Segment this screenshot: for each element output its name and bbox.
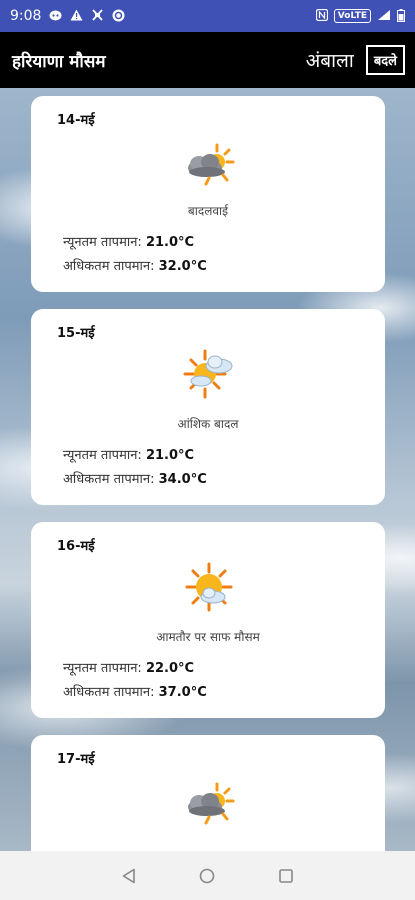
navigation-bar	[0, 851, 415, 900]
max-temp-value: 34.0°C	[158, 472, 207, 487]
mostly-sunny-icon	[183, 562, 235, 612]
min-temperature: न्यूनतम तापमान: 21.0°C	[63, 445, 194, 463]
max-temperature: अधिकतम तापमान: 32.0°C	[63, 256, 207, 274]
min-temp-value: 21.0°C	[145, 235, 195, 250]
cloudy-icon	[183, 142, 235, 190]
home-button[interactable]	[197, 866, 217, 886]
battery-icon	[397, 8, 405, 24]
max-temp-value: 37.0°C	[158, 685, 207, 700]
max-temp-label: अधिकतम तापमान:	[63, 259, 155, 274]
min-temp-label: न्यूनतम तापमान:	[63, 235, 142, 250]
partly-cloudy-icon	[183, 349, 235, 399]
forecast-card: 17-मई	[31, 735, 385, 851]
card-date: 16-मई	[57, 539, 95, 554]
weather-description: बादलवाई	[187, 204, 229, 218]
forecast-card: 15-मई आंशिक बादल न्यूनतम तापमान: 21.0°C …	[31, 309, 385, 505]
max-temp-value: 32.0°C	[158, 259, 207, 274]
status-bar: 9:08 VoLTE	[0, 0, 415, 32]
change-city-button[interactable]: बदले	[365, 45, 405, 75]
max-temperature: अधिकतम तापमान: 37.0°C	[63, 682, 207, 700]
muted-icon	[91, 9, 104, 23]
weather-description: आमतौर पर साफ मौसम	[156, 630, 260, 644]
card-date: 14-मई	[57, 113, 95, 128]
status-time: 9:08	[10, 8, 42, 24]
min-temperature: न्यूनतम तापमान: 22.0°C	[63, 658, 194, 676]
warning-icon	[70, 9, 83, 23]
recents-button[interactable]	[276, 866, 296, 886]
min-temp-value: 22.0°C	[145, 661, 195, 676]
min-temp-label: न्यूनतम तापमान:	[63, 448, 142, 463]
max-temperature: अधिकतम तापमान: 34.0°C	[63, 469, 207, 487]
card-date: 15-मई	[57, 326, 95, 341]
min-temp-label: न्यूनतम तापमान:	[63, 661, 142, 676]
discord-icon	[49, 10, 62, 23]
weather-description: आंशिक बादल	[177, 417, 239, 431]
max-temp-label: अधिकतम तापमान:	[63, 472, 155, 487]
max-temp-label: अधिकतम तापमान:	[63, 685, 155, 700]
signal-icon	[377, 9, 391, 23]
cloudy-icon	[183, 781, 235, 829]
min-temp-value: 21.0°C	[145, 448, 195, 463]
forecast-list[interactable]: 14-मई बादलवाई न्यूनतम तापमान: 21.0°C अधि…	[0, 88, 415, 851]
forecast-card: 16-मई आमतौर पर साफ मौसम न्यूनतम तापमान: …	[31, 522, 385, 718]
card-date: 17-मई	[57, 752, 95, 767]
vpn-icon	[112, 9, 125, 24]
nfc-icon	[315, 8, 328, 23]
app-bar: हरियाणा मौसम अंबाला बदले	[0, 32, 415, 88]
app-title: हरियाणा मौसम	[12, 51, 106, 72]
min-temperature: न्यूनतम तापमान: 21.0°C	[63, 232, 194, 250]
forecast-card: 14-मई बादलवाई न्यूनतम तापमान: 21.0°C अधि…	[31, 96, 385, 292]
city-name: अंबाला	[305, 50, 354, 72]
volte-icon: VoLTE	[333, 9, 371, 23]
back-button[interactable]	[119, 866, 139, 886]
